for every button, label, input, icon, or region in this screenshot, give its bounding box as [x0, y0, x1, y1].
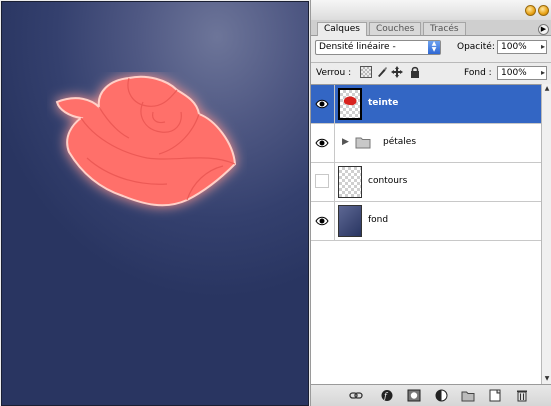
visibility-toggle[interactable] [311, 85, 335, 123]
layer-style-fx-icon[interactable]: f [381, 389, 395, 402]
eye-icon [315, 138, 329, 148]
layer-thumbnail [338, 205, 362, 237]
panel-separator [311, 62, 551, 63]
eye-icon [315, 216, 329, 226]
fill-value: 100% [501, 68, 527, 78]
adjustment-layer-icon[interactable] [435, 389, 449, 402]
eye-icon [315, 99, 329, 109]
layer-thumbnail [338, 88, 362, 120]
blend-mode-select[interactable]: Densité linéaire - ▲ ▼ [315, 40, 441, 55]
tab-calques[interactable]: Calques [317, 22, 367, 36]
opacity-label: Opacité: [457, 42, 495, 52]
fill-input[interactable]: 100% ▸ [497, 66, 547, 80]
select-arrows-icon: ▲ ▼ [428, 41, 440, 54]
visibility-toggle[interactable] [311, 202, 335, 240]
lock-move-icon[interactable] [391, 66, 403, 78]
add-mask-icon[interactable] [407, 389, 421, 402]
new-layer-icon[interactable] [488, 389, 502, 402]
link-layers-icon[interactable] [349, 389, 363, 402]
tab-couches[interactable]: Couches [369, 22, 422, 35]
folder-icon [355, 137, 371, 149]
trash-icon[interactable] [515, 389, 529, 402]
panel-menu-arrow-icon[interactable]: ▶ [538, 24, 549, 35]
layer-name: pétales [383, 137, 417, 147]
lock-paint-brush-icon[interactable] [376, 66, 388, 78]
panel-tabs: Calques Couches Tracés [311, 20, 551, 36]
minimize-icon[interactable] [525, 5, 536, 16]
lock-all-icon[interactable] [409, 66, 421, 78]
blend-mode-value: Densité linéaire - [319, 42, 396, 52]
visibility-toggle[interactable] [311, 163, 335, 201]
layer-name: contours [368, 176, 408, 186]
rose-thumbnail-icon [343, 96, 357, 106]
tab-traces[interactable]: Tracés [423, 22, 466, 35]
layer-row-petales[interactable]: ▶ pétales [311, 124, 541, 163]
opacity-value: 100% [501, 42, 527, 52]
fill-label: Fond : [464, 68, 492, 78]
scroll-down-icon[interactable]: ▼ [542, 374, 551, 384]
scroll-up-icon[interactable]: ▲ [542, 84, 551, 94]
new-group-folder-icon[interactable] [461, 389, 475, 402]
visibility-toggle[interactable] [311, 124, 335, 162]
layer-thumbnail [338, 166, 362, 198]
opacity-input[interactable]: 100% ▸ [497, 40, 547, 54]
fill-arrow-icon[interactable]: ▸ [541, 67, 545, 79]
layer-row-contours[interactable]: contours [311, 163, 541, 202]
layer-row-teinte[interactable]: teinte [311, 85, 541, 124]
layer-name: teinte [368, 98, 399, 108]
group-expand-triangle-icon[interactable]: ▶ [342, 137, 349, 147]
lock-transparency-icon[interactable] [360, 66, 372, 78]
layer-row-fond[interactable]: fond [311, 202, 541, 241]
layer-name: fond [368, 215, 389, 225]
layers-list: teinte ▶ pétales contours fond [311, 84, 541, 385]
opacity-arrow-icon[interactable]: ▸ [541, 41, 545, 53]
rose-artwork [55, 75, 237, 207]
document-canvas-area [0, 0, 309, 406]
lock-label: Verrou : [316, 68, 352, 78]
document-canvas[interactable] [1, 1, 309, 406]
layers-bottom-toolbar: f [311, 384, 551, 406]
close-icon[interactable] [538, 5, 549, 16]
panel-titlebar[interactable] [311, 0, 551, 20]
hidden-eye-box [315, 174, 329, 188]
layers-panel: Calques Couches Tracés ▶ Densité linéair… [310, 0, 551, 406]
layers-scrollbar[interactable]: ▲ ▼ [541, 84, 551, 384]
